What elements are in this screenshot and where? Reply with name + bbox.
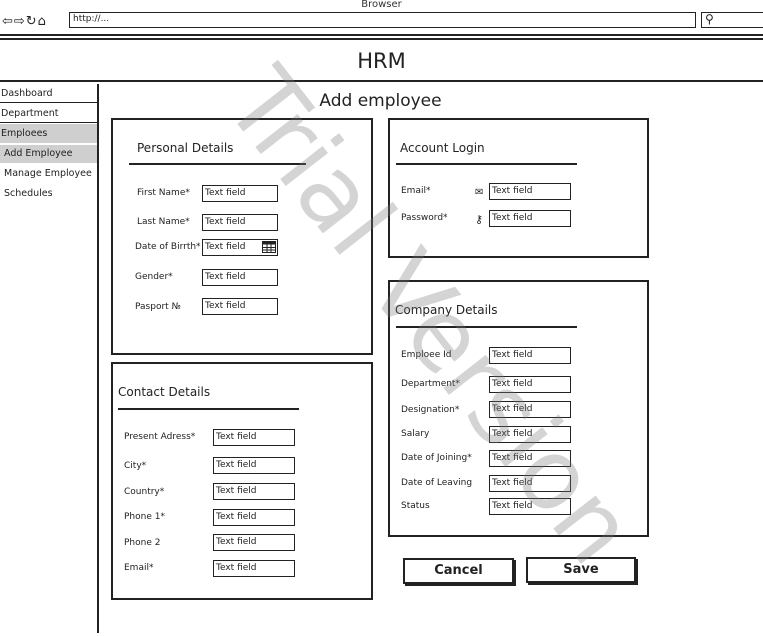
personal-details-rule xyxy=(129,163,306,165)
save-button[interactable]: Save xyxy=(526,557,636,583)
calendar-icon[interactable] xyxy=(262,241,276,253)
salary-label: Salary xyxy=(401,429,430,439)
contact-email-field[interactable]: Text field xyxy=(213,560,295,577)
login-email-label: Email* xyxy=(401,186,431,196)
chrome-divider xyxy=(0,34,763,36)
company-details-title: Company Details xyxy=(395,303,498,317)
status-label: Status xyxy=(401,501,430,511)
date-of-joining-label: Date of Joining* xyxy=(401,453,472,463)
employee-id-field[interactable]: Text field xyxy=(489,347,571,364)
phone-2-field[interactable]: Text field xyxy=(213,534,295,551)
gender-field[interactable]: Text field xyxy=(202,269,278,286)
sidebar-subitem-manage-employee[interactable]: Manage Employee xyxy=(4,165,92,183)
designation-label: Designation* xyxy=(401,405,460,415)
url-input[interactable]: http://... xyxy=(69,12,696,28)
account-login-title: Account Login xyxy=(400,141,485,155)
contact-details-title: Contact Details xyxy=(118,385,211,399)
employee-id-label: Emploee Id xyxy=(401,350,452,360)
app-title: HRM xyxy=(357,49,406,73)
sidebar-subitem-schedules[interactable]: Schedules xyxy=(4,185,53,203)
sidebar-item-department[interactable]: Department xyxy=(0,104,97,123)
page-title: Add employee xyxy=(319,91,442,111)
cancel-button[interactable]: Cancel xyxy=(403,558,514,584)
browser-nav-icons[interactable]: ⇦⇨↻⌂ xyxy=(2,14,47,29)
date-of-leaving-label: Date of Leaving xyxy=(401,478,473,488)
personal-details-title: Personal Details xyxy=(137,141,234,155)
department-label: Department* xyxy=(401,379,460,389)
country-field[interactable]: Text field xyxy=(213,483,295,500)
search-icon[interactable]: ⚲ xyxy=(705,12,714,26)
header-bottom-rule xyxy=(0,80,763,82)
passport-label: Pasport № xyxy=(135,302,181,312)
present-address-label: Present Adress* xyxy=(124,432,196,442)
department-field[interactable]: Text field xyxy=(489,376,571,393)
date-of-birth-label: Date of Birrth* xyxy=(135,242,201,252)
salary-field[interactable]: Text field xyxy=(489,426,571,443)
company-details-rule xyxy=(396,326,577,328)
city-label: City* xyxy=(124,461,147,471)
header-top-rule xyxy=(0,38,763,40)
last-name-field[interactable]: Text field xyxy=(202,214,278,231)
phone-2-label: Phone 2 xyxy=(124,538,161,548)
window-title: Browser xyxy=(361,0,402,10)
contact-details-rule xyxy=(118,408,299,410)
password-label: Password* xyxy=(401,213,448,223)
sidebar-item-emploees[interactable]: Emploees xyxy=(0,124,97,143)
sidebar-subitem-add-employee[interactable]: Add Employee xyxy=(0,145,99,163)
passport-field[interactable]: Text field xyxy=(202,298,278,315)
designation-field[interactable]: Text field xyxy=(489,401,571,418)
last-name-label: Last Name* xyxy=(137,217,190,227)
mail-icon: ✉ xyxy=(475,187,484,198)
phone-1-field[interactable]: Text field xyxy=(213,509,295,526)
first-name-field[interactable]: Text field xyxy=(202,185,278,202)
gender-label: Gender* xyxy=(135,272,173,282)
country-label: Country* xyxy=(124,487,165,497)
date-of-leaving-field[interactable]: Text field xyxy=(489,475,571,492)
account-login-rule xyxy=(396,163,577,165)
password-field[interactable]: Text field xyxy=(489,210,571,227)
first-name-label: First Name* xyxy=(137,188,190,198)
present-address-field[interactable]: Text field xyxy=(213,429,295,446)
login-email-field[interactable]: Text field xyxy=(489,183,571,200)
status-field[interactable]: Text field xyxy=(489,498,571,515)
city-field[interactable]: Text field xyxy=(213,457,295,474)
phone-1-label: Phone 1* xyxy=(124,512,165,522)
key-icon: ⚷ xyxy=(475,213,484,226)
date-of-joining-field[interactable]: Text field xyxy=(489,450,571,467)
contact-email-label: Email* xyxy=(124,563,154,573)
sidebar-item-dashboard[interactable]: Dashboard xyxy=(0,84,97,103)
sidebar-divider xyxy=(97,84,99,633)
